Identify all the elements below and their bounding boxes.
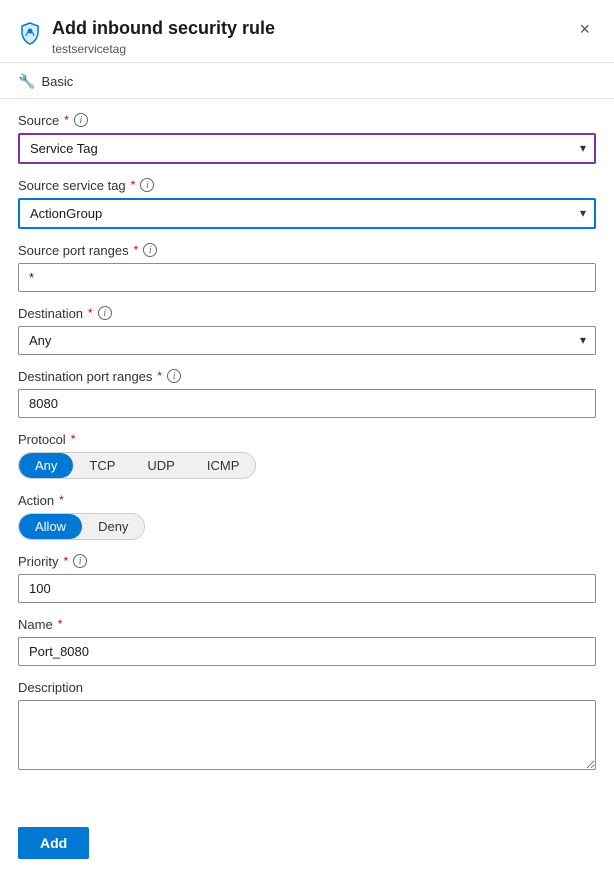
action-toggle-pill: Allow Deny [18, 513, 145, 540]
source-service-tag-group: Source service tag * i ActionGroup Azure… [18, 178, 596, 229]
protocol-option-tcp[interactable]: TCP [73, 453, 131, 478]
destination-group: Destination * i Any IP Addresses Service… [18, 306, 596, 355]
protocol-label: Protocol * [18, 432, 596, 447]
action-toggle-group: Allow Deny [18, 513, 596, 540]
protocol-required: * [71, 432, 76, 446]
panel-subtitle: testservicetag [52, 42, 275, 56]
protocol-option-any[interactable]: Any [19, 453, 73, 478]
name-label: Name * [18, 617, 596, 632]
protocol-option-icmp[interactable]: ICMP [191, 453, 256, 478]
section-basic-label: Basic [41, 74, 73, 89]
source-info-icon[interactable]: i [74, 113, 88, 127]
description-textarea[interactable] [18, 700, 596, 770]
priority-info-icon[interactable]: i [73, 554, 87, 568]
action-label: Action * [18, 493, 596, 508]
priority-input[interactable] [18, 574, 596, 603]
name-required: * [58, 617, 63, 631]
close-button[interactable]: × [573, 18, 596, 40]
source-service-tag-select-wrap: ActionGroup AzureCloud Internet VirtualN… [18, 198, 596, 229]
form-body: Source * i Service Tag Any IP Addresses … [0, 99, 614, 807]
name-input[interactable] [18, 637, 596, 666]
title-block: Add inbound security rule testservicetag [52, 18, 275, 56]
source-port-ranges-group: Source port ranges * i [18, 243, 596, 292]
priority-required: * [63, 554, 68, 568]
name-group: Name * [18, 617, 596, 666]
panel-header: Add inbound security rule testservicetag… [0, 0, 614, 63]
destination-label: Destination * i [18, 306, 596, 321]
source-port-ranges-input[interactable] [18, 263, 596, 292]
protocol-group: Protocol * Any TCP UDP ICMP [18, 432, 596, 479]
destination-required: * [88, 306, 93, 320]
source-select-wrap: Service Tag Any IP Addresses My IP addre… [18, 133, 596, 164]
priority-label: Priority * i [18, 554, 596, 569]
destination-port-ranges-label: Destination port ranges * i [18, 369, 596, 384]
source-select[interactable]: Service Tag Any IP Addresses My IP addre… [18, 133, 596, 164]
destination-port-ranges-input[interactable] [18, 389, 596, 418]
source-required: * [64, 113, 69, 127]
source-port-info-icon[interactable]: i [143, 243, 157, 257]
panel-header-left: Add inbound security rule testservicetag [18, 18, 275, 56]
source-label: Source * i [18, 113, 596, 128]
source-service-tag-required: * [131, 178, 136, 192]
destination-select-wrap: Any IP Addresses Service Tag Application… [18, 326, 596, 355]
destination-port-required: * [157, 369, 162, 383]
source-port-required: * [134, 243, 139, 257]
source-service-tag-info-icon[interactable]: i [140, 178, 154, 192]
source-service-tag-select[interactable]: ActionGroup AzureCloud Internet VirtualN… [18, 198, 596, 229]
description-label: Description [18, 680, 596, 695]
destination-port-ranges-group: Destination port ranges * i [18, 369, 596, 418]
source-port-ranges-label: Source port ranges * i [18, 243, 596, 258]
protocol-toggle-pill: Any TCP UDP ICMP [18, 452, 256, 479]
priority-group: Priority * i [18, 554, 596, 603]
action-group: Action * Allow Deny [18, 493, 596, 540]
source-service-tag-label: Source service tag * i [18, 178, 596, 193]
destination-port-info-icon[interactable]: i [167, 369, 181, 383]
action-option-deny[interactable]: Deny [82, 514, 144, 539]
action-required: * [59, 493, 64, 507]
protocol-toggle-group: Any TCP UDP ICMP [18, 452, 596, 479]
panel-title: Add inbound security rule [52, 18, 275, 40]
shield-icon [18, 21, 42, 48]
destination-select[interactable]: Any IP Addresses Service Tag Application… [18, 326, 596, 355]
action-option-allow[interactable]: Allow [19, 514, 82, 539]
section-basic: 🔧 Basic [0, 63, 614, 98]
wrench-icon: 🔧 [18, 73, 35, 90]
protocol-option-udp[interactable]: UDP [131, 453, 190, 478]
description-group: Description [18, 680, 596, 773]
add-button[interactable]: Add [18, 827, 89, 859]
panel-footer: Add [0, 807, 614, 879]
source-group: Source * i Service Tag Any IP Addresses … [18, 113, 596, 164]
panel: Add inbound security rule testservicetag… [0, 0, 614, 879]
destination-info-icon[interactable]: i [98, 306, 112, 320]
